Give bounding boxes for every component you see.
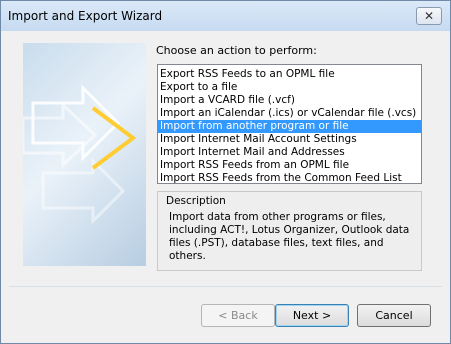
list-item[interactable]: Import from another program or file — [158, 120, 421, 133]
list-item[interactable]: Import RSS Feeds from the Common Feed Li… — [158, 172, 421, 185]
list-item[interactable]: Import Internet Mail and Addresses — [158, 146, 421, 159]
next-button[interactable]: Next > — [275, 304, 349, 327]
list-item[interactable]: Import an iCalendar (.ics) or vCalendar … — [158, 107, 421, 120]
close-button[interactable]: ✕ — [416, 7, 442, 25]
import-export-wizard-window: Import and Export Wizard ✕ Choose an act… — [0, 0, 451, 344]
description-title: Description — [166, 195, 226, 207]
window-title: Import and Export Wizard — [8, 9, 163, 23]
button-separator — [9, 286, 442, 287]
list-item[interactable]: Export to a file — [158, 81, 421, 94]
description-group: Description Import data from other progr… — [157, 191, 422, 271]
back-button[interactable]: < Back — [201, 304, 275, 327]
list-item[interactable]: Import Internet Mail Account Settings — [158, 133, 421, 146]
title-bar[interactable]: Import and Export Wizard ✕ — [1, 1, 450, 31]
action-prompt-label: Choose an action to perform: — [156, 44, 317, 57]
list-item[interactable]: Import a VCARD file (.vcf) — [158, 94, 421, 107]
close-icon: ✕ — [423, 9, 435, 23]
wizard-arrows-icon — [23, 84, 137, 225]
list-item[interactable]: Import RSS Feeds from an OPML file — [158, 159, 421, 172]
wizard-illustration — [23, 43, 146, 266]
description-text: Import data from other programs or files… — [169, 211, 410, 262]
list-item[interactable]: Export RSS Feeds to an OPML file — [158, 68, 421, 81]
wizard-body: Choose an action to perform: Export RSS … — [9, 31, 442, 334]
cancel-button[interactable]: Cancel — [357, 304, 431, 327]
action-listbox[interactable]: Export RSS Feeds to an OPML file Export … — [157, 64, 422, 184]
